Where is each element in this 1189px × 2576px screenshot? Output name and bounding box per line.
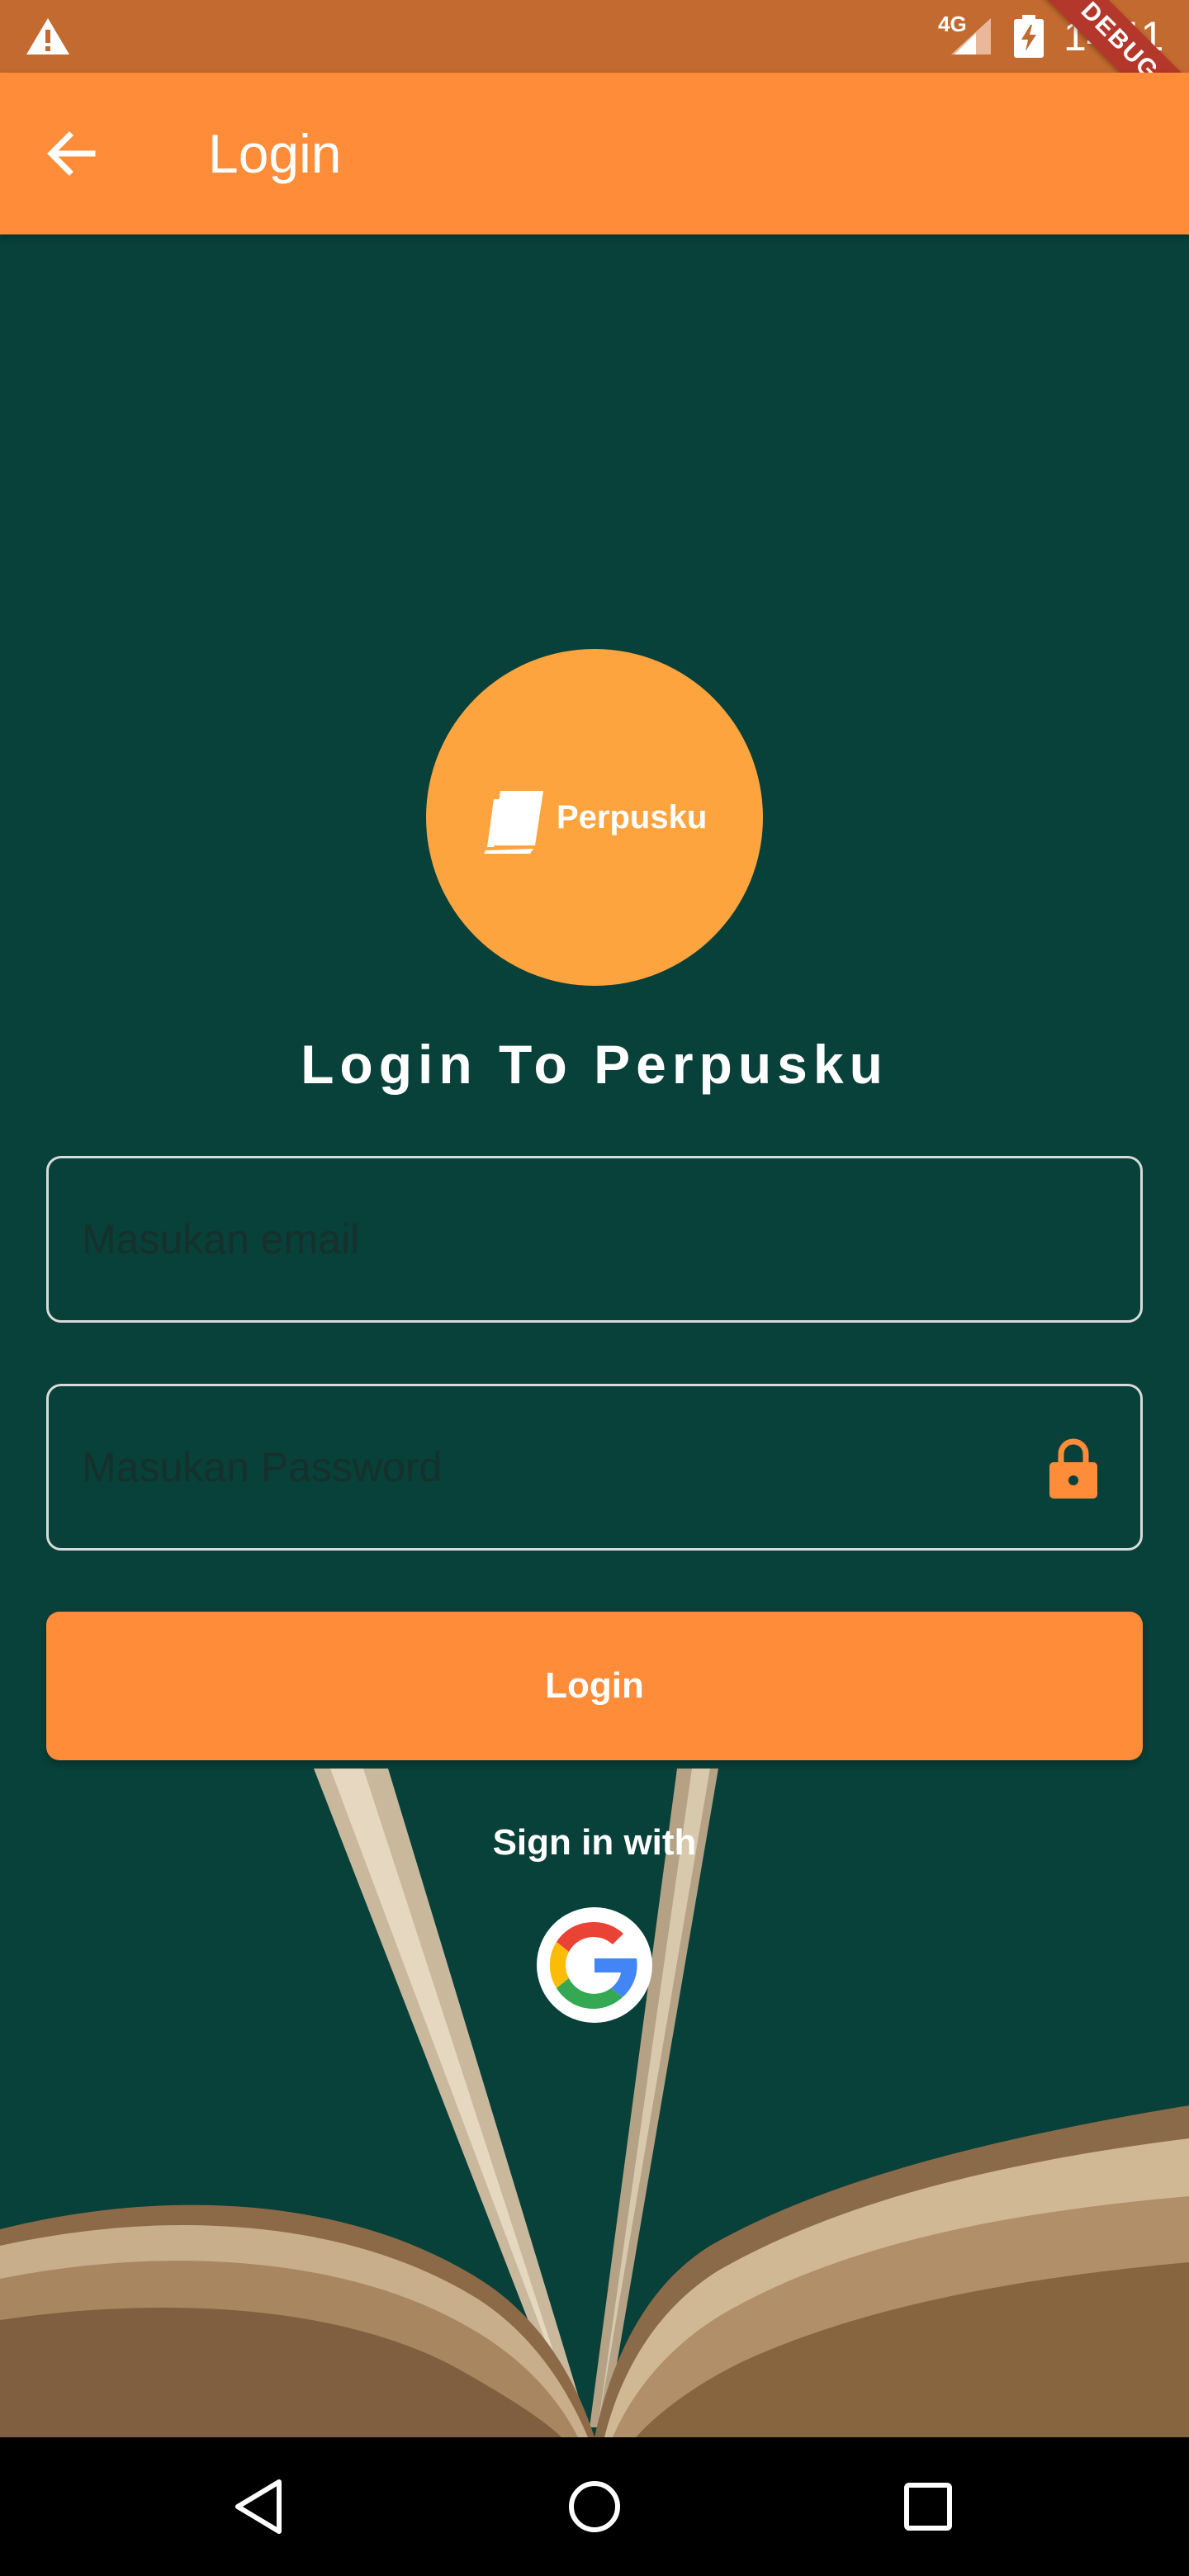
google-sign-in-button[interactable] xyxy=(537,1907,652,2023)
google-icon xyxy=(549,1921,637,2010)
navigation-bar xyxy=(0,2437,1189,2576)
nav-home-icon[interactable] xyxy=(553,2465,636,2548)
lock-icon xyxy=(1049,1438,1097,1499)
warning-icon xyxy=(26,18,69,54)
arrow-back-icon[interactable] xyxy=(33,114,112,193)
password-input[interactable] xyxy=(82,1386,1040,1548)
password-field[interactable] xyxy=(46,1384,1143,1551)
page-title: Login xyxy=(208,123,342,184)
login-heading: Login To Perpusku xyxy=(301,1034,888,1095)
battery-charging-icon xyxy=(1014,15,1044,58)
login-button[interactable]: Login xyxy=(46,1612,1143,1760)
app-bar: Login xyxy=(0,73,1189,234)
email-field[interactable] xyxy=(46,1156,1143,1323)
status-bar: 4G 14:11 DEBUG xyxy=(0,0,1189,162)
email-input[interactable] xyxy=(82,1158,1040,1320)
logo-text: Perpusku xyxy=(557,799,708,836)
nav-recents-icon[interactable] xyxy=(887,2465,969,2548)
app-logo: Perpusku xyxy=(426,649,763,986)
signal-icon xyxy=(951,18,991,54)
nav-back-icon[interactable] xyxy=(220,2465,302,2548)
book-logo-icon xyxy=(484,791,543,854)
sign-in-with-label: Sign in with xyxy=(492,1822,697,1863)
